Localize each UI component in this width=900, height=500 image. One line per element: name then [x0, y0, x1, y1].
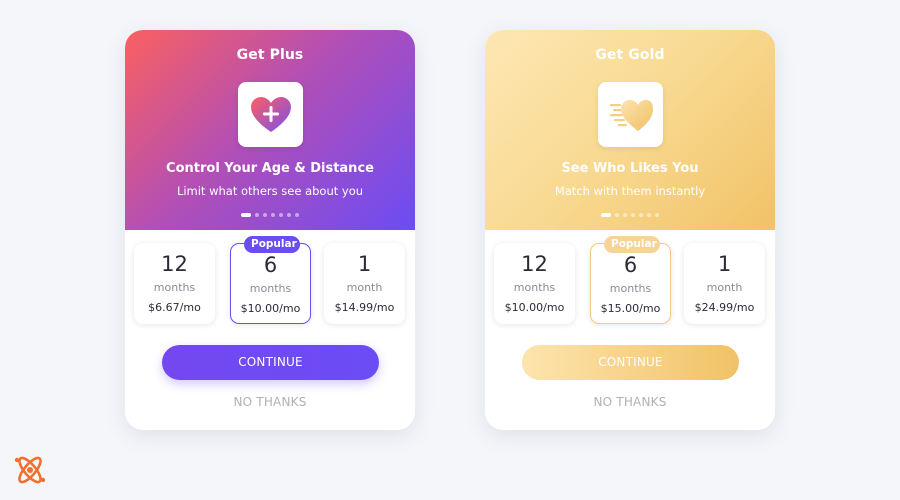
plan-unit: months — [153, 281, 196, 294]
plan-count: 1 — [717, 252, 732, 276]
plan-price: $6.67/mo — [148, 301, 201, 314]
feature-subtitle: Match with them instantly — [554, 184, 706, 198]
plan-count: 12 — [521, 252, 548, 276]
carousel-dot[interactable] — [271, 213, 275, 217]
plan-option-6-months[interactable]: 6 months $10.00/mo — [230, 243, 311, 324]
plan-unit: months — [513, 281, 556, 294]
plan-price: $24.99/mo — [694, 301, 755, 314]
carousel-dot[interactable] — [295, 213, 299, 217]
plan-unit: month — [706, 281, 743, 294]
plan-price: $15.00/mo — [600, 302, 661, 315]
carousel-dot[interactable] — [623, 213, 627, 217]
plan-count: 6 — [623, 253, 638, 277]
no-thanks-link[interactable]: NO THANKS — [485, 395, 775, 409]
carousel-dot[interactable] — [263, 213, 267, 217]
popular-badge: Popular — [604, 236, 660, 253]
plan-price: $14.99/mo — [334, 301, 395, 314]
plan-count: 1 — [357, 252, 372, 276]
feature-title: Control Your Age & Distance — [166, 161, 374, 176]
carousel-dot[interactable] — [631, 213, 635, 217]
plus-hero-banner: Get Plus Control Your Age & Distance Lim… — [125, 30, 415, 230]
plan-unit: months — [609, 282, 652, 295]
gold-plan-card: Get Gold See Who Likes You Match with th… — [485, 30, 775, 430]
carousel-dot[interactable] — [655, 213, 659, 217]
plan-option-12-months[interactable]: 12 months $6.67/mo — [134, 243, 215, 324]
popular-badge: Popular — [244, 236, 300, 253]
heart-speed-icon — [598, 82, 663, 147]
feature-subtitle: Limit what others see about you — [176, 184, 364, 198]
feature-title: See Who Likes You — [561, 161, 699, 176]
plan-option-1-month[interactable]: 1 month $14.99/mo — [324, 243, 405, 324]
card-title: Get Gold — [595, 47, 665, 63]
carousel-dot[interactable] — [241, 213, 251, 217]
carousel-dot[interactable] — [647, 213, 651, 217]
plan-count: 6 — [263, 253, 278, 277]
carousel-dots[interactable] — [485, 213, 775, 217]
heart-plus-icon — [238, 82, 303, 147]
plan-option-12-months[interactable]: 12 months $10.00/mo — [494, 243, 575, 324]
carousel-dots[interactable] — [125, 213, 415, 217]
plan-count: 12 — [161, 252, 188, 276]
plan-price: $10.00/mo — [504, 301, 565, 314]
plus-plan-card: Get Plus Control Your Age & Distance Lim… — [125, 30, 415, 430]
carousel-dot[interactable] — [639, 213, 643, 217]
plan-option-6-months[interactable]: 6 months $15.00/mo — [590, 243, 671, 324]
brand-logo-icon — [12, 452, 48, 488]
continue-button[interactable]: CONTINUE — [162, 345, 379, 380]
carousel-dot[interactable] — [279, 213, 283, 217]
plan-option-1-month[interactable]: 1 month $24.99/mo — [684, 243, 765, 324]
no-thanks-link[interactable]: NO THANKS — [125, 395, 415, 409]
gold-hero-banner: Get Gold See Who Likes You Match with th… — [485, 30, 775, 230]
carousel-dot[interactable] — [601, 213, 611, 217]
plan-unit: month — [346, 281, 383, 294]
carousel-dot[interactable] — [255, 213, 259, 217]
plan-price: $10.00/mo — [240, 302, 301, 315]
continue-button[interactable]: CONTINUE — [522, 345, 739, 380]
carousel-dot[interactable] — [287, 213, 291, 217]
plan-unit: months — [249, 282, 292, 295]
carousel-dot[interactable] — [615, 213, 619, 217]
card-title: Get Plus — [236, 47, 304, 63]
